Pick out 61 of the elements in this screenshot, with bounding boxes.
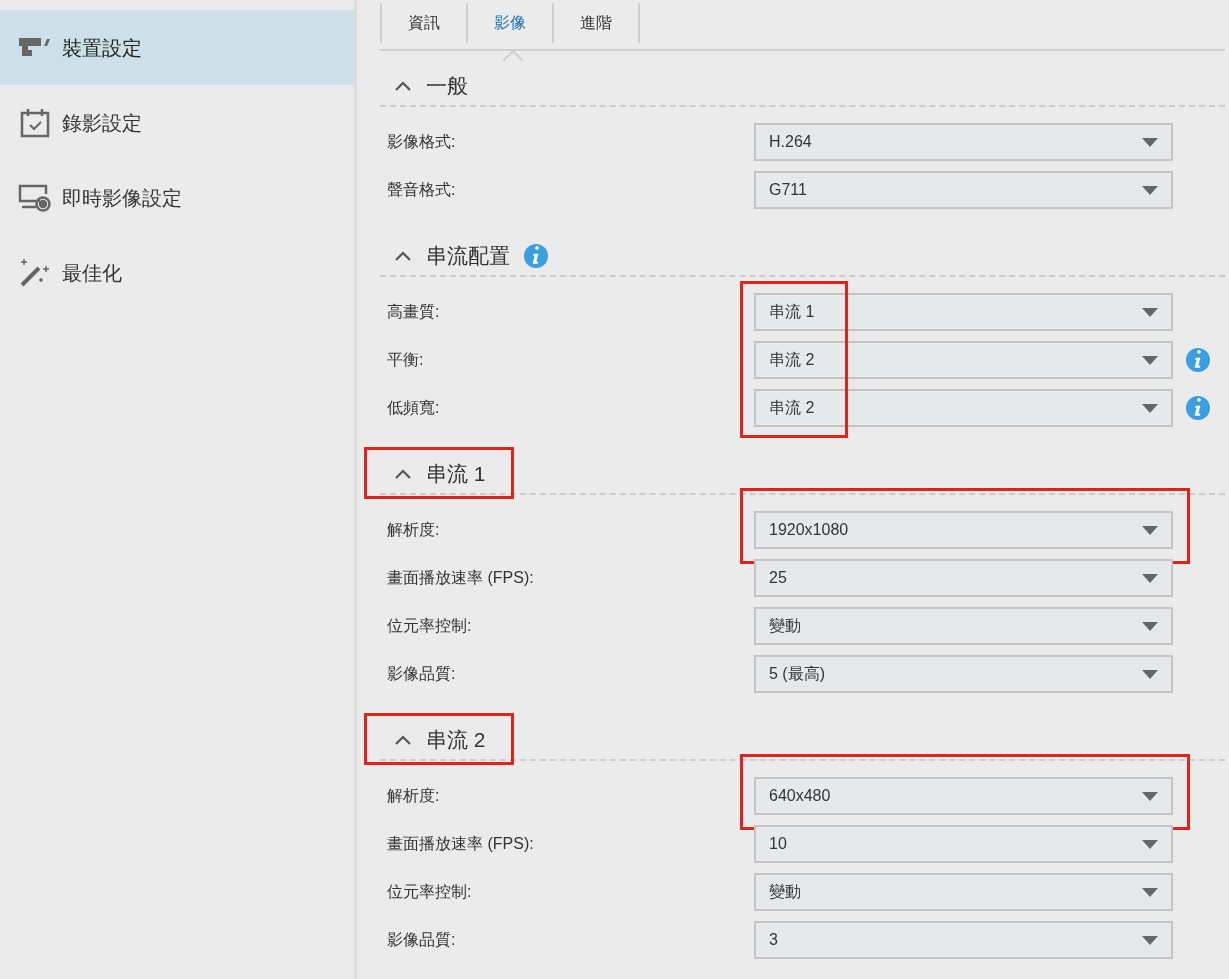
caret-down-icon <box>1142 791 1158 801</box>
caret-down-icon <box>1142 307 1158 317</box>
caret-down-icon <box>1142 887 1158 897</box>
dropdown-select[interactable]: 3 <box>754 921 1173 959</box>
chevron-up-icon[interactable] <box>394 250 412 262</box>
field-label: 聲音格式: <box>386 180 457 200</box>
sidebar-item[interactable]: 最佳化 <box>0 235 354 310</box>
section-title: 串流 1 <box>426 461 486 488</box>
dropdown-select[interactable]: 5 (最高) <box>754 655 1173 693</box>
sidebar-item[interactable]: 即時影像設定 <box>0 160 354 235</box>
dropdown-select[interactable]: 25 <box>754 559 1173 597</box>
dropdown-select[interactable]: 串流 2 <box>754 389 1173 427</box>
caret-down-icon <box>1142 403 1158 413</box>
dropdown-select[interactable]: 變動 <box>754 607 1173 645</box>
section-title: 串流配置 <box>426 243 510 270</box>
caret-down-icon <box>1142 839 1158 849</box>
info-icon[interactable] <box>1186 348 1210 372</box>
field-label: 位元率控制: <box>386 882 473 902</box>
tab[interactable]: 影像 <box>466 3 552 43</box>
calendar-check-icon <box>20 107 50 138</box>
chevron-up-icon[interactable] <box>394 734 412 746</box>
magic-wand-icon <box>19 257 51 288</box>
dropdown-select[interactable]: 串流 2 <box>754 341 1173 379</box>
section-title: 串流 2 <box>426 727 486 754</box>
caret-down-icon <box>1142 185 1158 195</box>
chevron-up-icon[interactable] <box>394 468 412 480</box>
field-label: 解析度: <box>386 786 441 806</box>
field-label: 位元率控制: <box>386 616 473 636</box>
tab[interactable]: 資訊 <box>380 3 466 43</box>
sidebar-item[interactable]: 裝置設定 <box>0 10 354 85</box>
tab[interactable]: 進階 <box>552 3 638 43</box>
field-label: 解析度: <box>386 520 441 540</box>
section-title: 一般 <box>426 73 468 100</box>
dropdown-select[interactable]: 串流 1 <box>754 293 1173 331</box>
caret-down-icon <box>1142 935 1158 945</box>
chevron-up-icon[interactable] <box>394 80 412 92</box>
dropdown-select[interactable]: 10 <box>754 825 1173 863</box>
info-icon[interactable] <box>1186 396 1210 420</box>
field-label: 低頻寬: <box>386 398 441 418</box>
field-label: 影像格式: <box>386 132 457 152</box>
field-label: 影像品質: <box>386 664 457 684</box>
field-label: 平衡: <box>386 350 425 370</box>
camera-icon <box>19 37 51 58</box>
field-label: 高畫質: <box>386 302 441 322</box>
dropdown-select[interactable]: H.264 <box>754 123 1173 161</box>
field-label: 影像品質: <box>386 930 457 950</box>
caret-down-icon <box>1142 355 1158 365</box>
field-label: 畫面播放速率 (FPS): <box>386 834 535 854</box>
field-label: 畫面播放速率 (FPS): <box>386 568 535 588</box>
dropdown-select[interactable]: 變動 <box>754 873 1173 911</box>
caret-down-icon <box>1142 669 1158 679</box>
caret-down-icon <box>1142 573 1158 583</box>
dropdown-select[interactable]: 640x480 <box>754 777 1173 815</box>
caret-down-icon <box>1142 621 1158 631</box>
dropdown-select[interactable]: 1920x1080 <box>754 511 1173 549</box>
caret-down-icon <box>1142 525 1158 535</box>
dropdown-select[interactable]: G711 <box>754 171 1173 209</box>
caret-down-icon <box>1142 137 1158 147</box>
monitor-record-icon <box>18 183 52 212</box>
info-icon[interactable] <box>524 244 548 268</box>
sidebar-item[interactable]: 錄影設定 <box>0 85 354 160</box>
